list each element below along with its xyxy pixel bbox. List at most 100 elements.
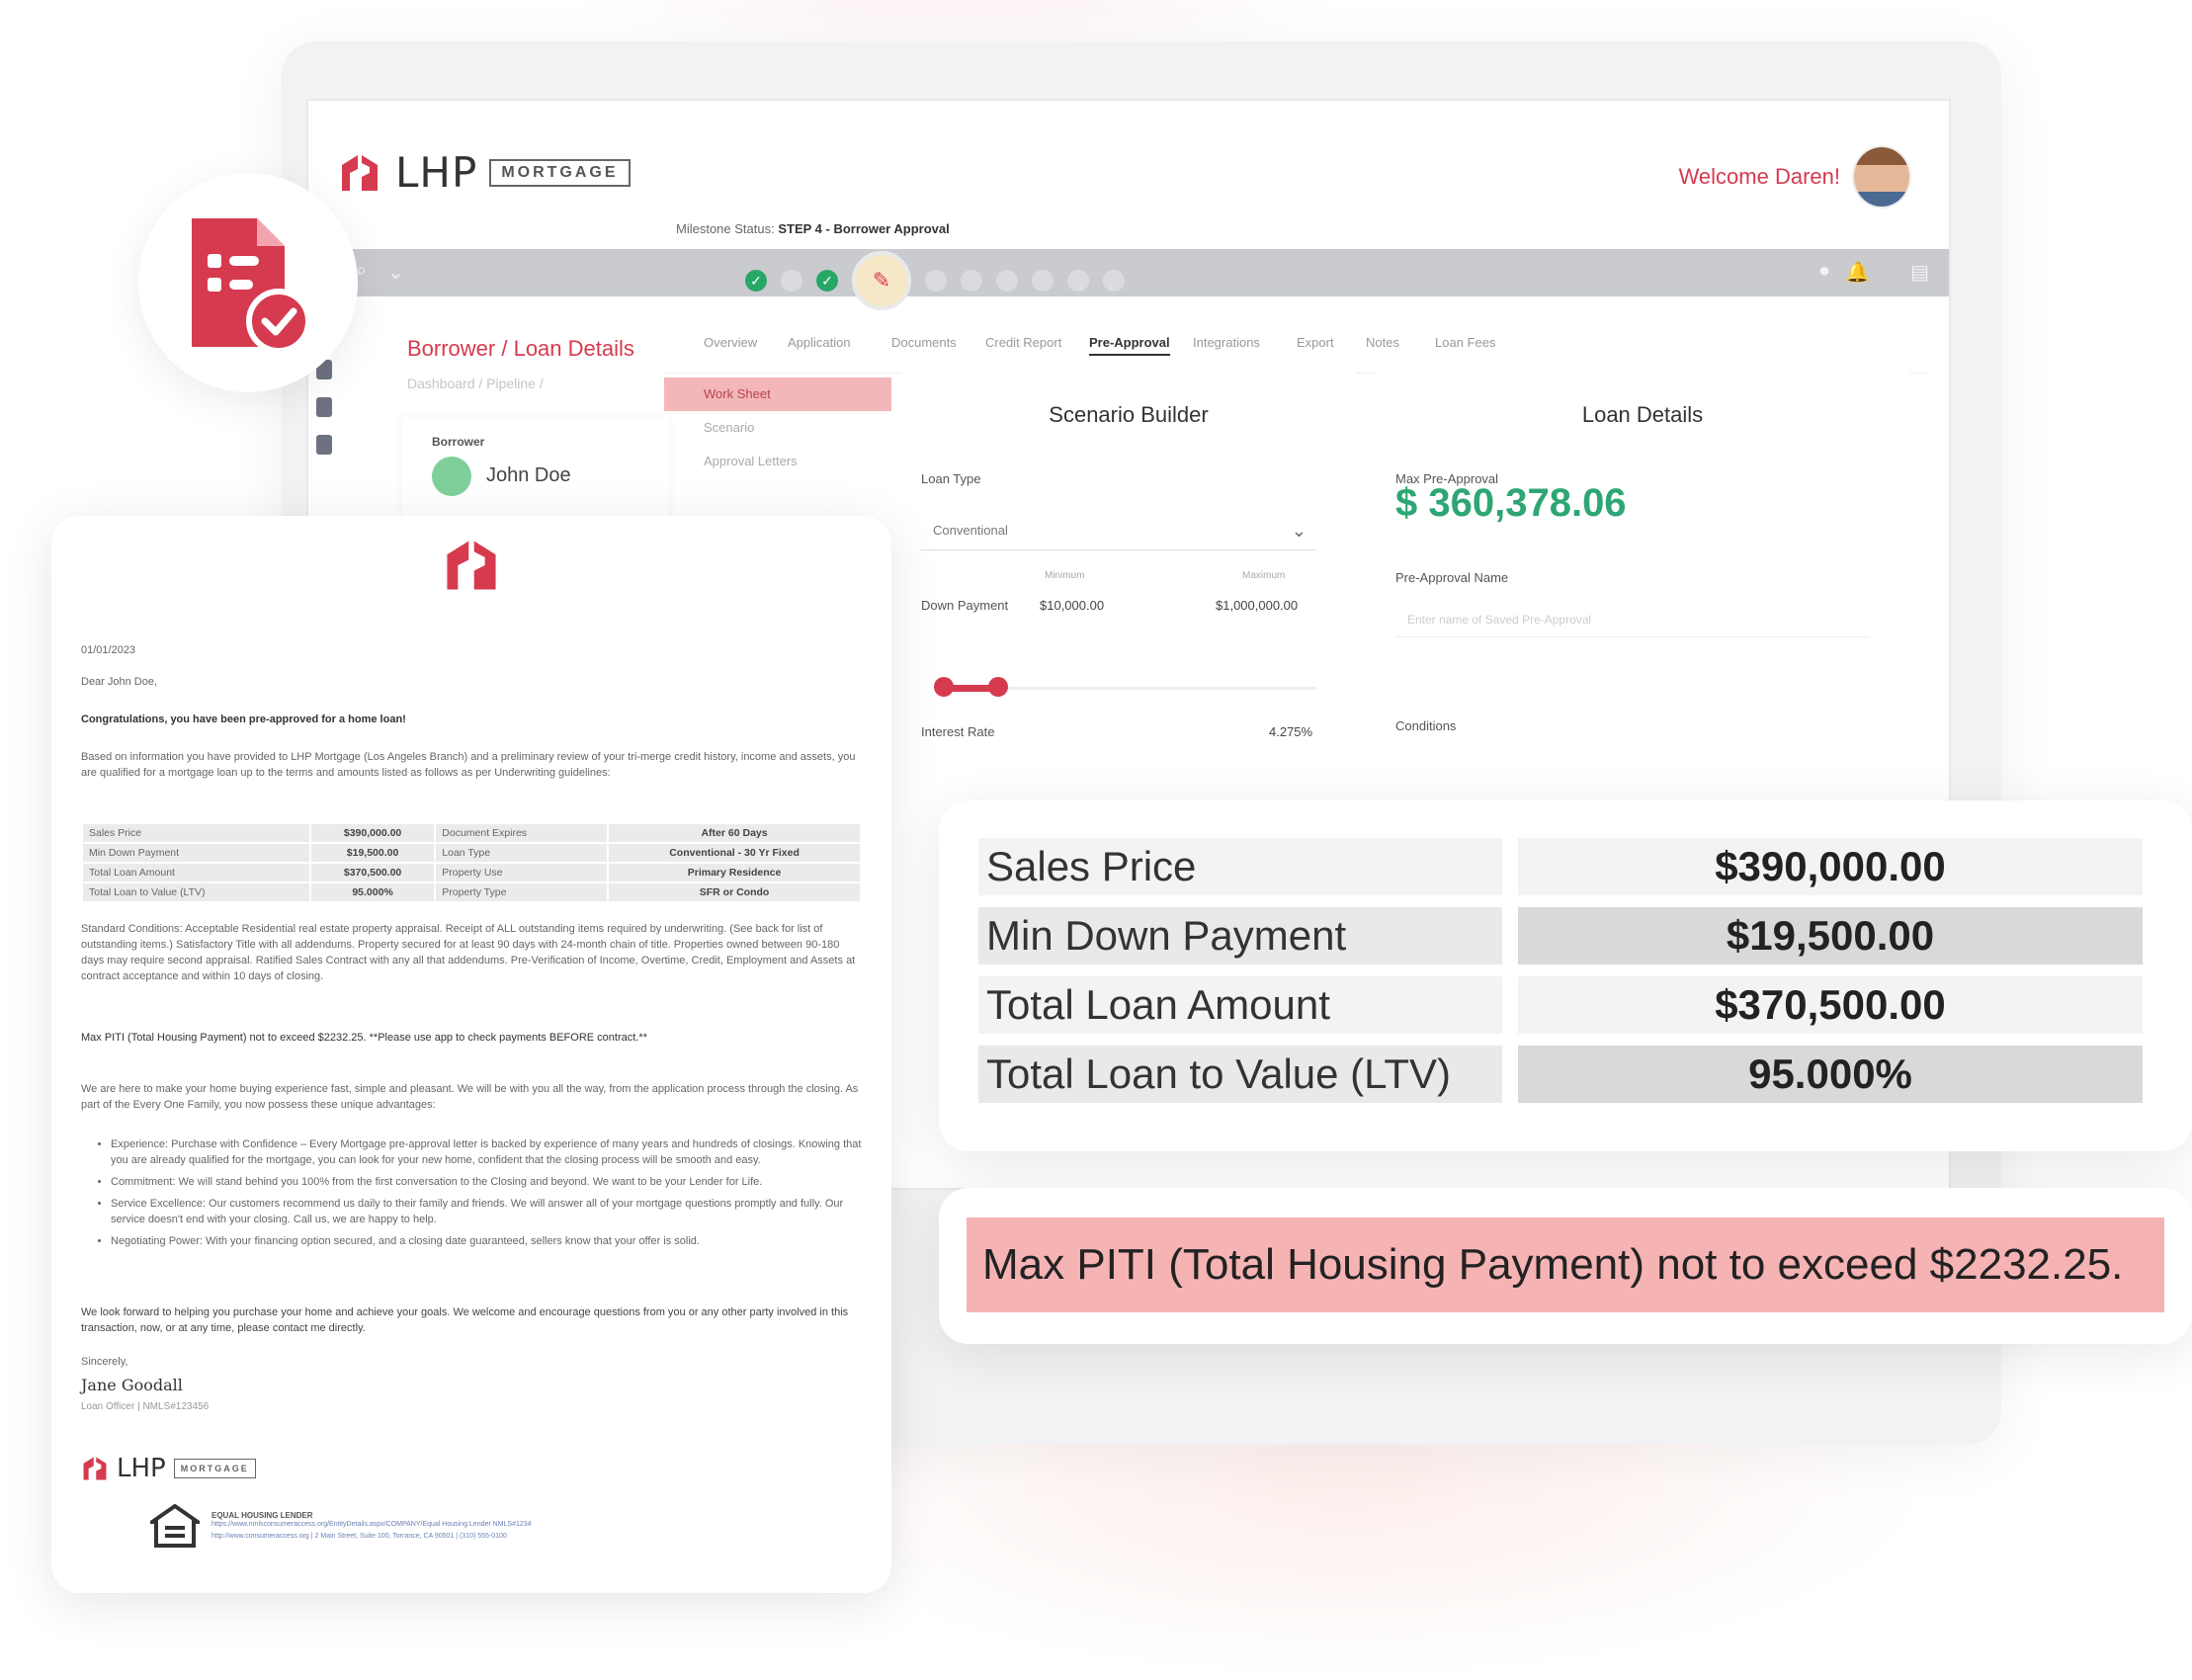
- pre-approval-name-input[interactable]: Enter name of Saved Pre-Approval: [1395, 602, 1870, 637]
- summary-value: 95.000%: [1518, 1046, 2143, 1103]
- summary-value: $370,500.00: [1518, 976, 2143, 1034]
- step-3[interactable]: ✓: [816, 270, 838, 292]
- step-7[interactable]: [996, 270, 1018, 292]
- interest-rate-value[interactable]: 4.275%: [1269, 724, 1312, 739]
- info-icon[interactable]: [316, 435, 332, 455]
- conditions-label: Conditions: [1395, 718, 1457, 733]
- footer-brand-name: LHP: [117, 1454, 166, 1483]
- letter-piti: Max PITI (Total Housing Payment) not to …: [81, 1032, 647, 1044]
- step-5[interactable]: [925, 270, 947, 292]
- loan-type-value: Conventional: [933, 523, 1008, 538]
- tab-overview[interactable]: Overview: [704, 335, 757, 350]
- interest-rate-label: Interest Rate: [921, 724, 995, 739]
- letter-paragraph: We are here to make your home buying exp…: [81, 1083, 859, 1111]
- maximum-label: Maximum: [1242, 570, 1286, 581]
- menu-item-work-sheet[interactable]: Work Sheet: [664, 378, 891, 411]
- milestone-label: Milestone Status:: [676, 221, 775, 236]
- step-8[interactable]: [1032, 270, 1054, 292]
- letter-congrats: Congratulations, you have been pre-appro…: [81, 714, 406, 725]
- tab-export[interactable]: Export: [1297, 335, 1334, 350]
- loan-details-panel: Loan Details Max Pre-Approval $ 360,378.…: [1376, 373, 1909, 748]
- ehl-line-1: https://www.nmlsconsumeraccess.org/Entit…: [211, 1521, 532, 1528]
- letter-date: 01/01/2023: [81, 644, 136, 656]
- lhp-logo-icon: [342, 154, 378, 191]
- pre-approval-letter: 01/01/2023 Dear John Doe, Congratulation…: [51, 516, 891, 1593]
- step-4-active[interactable]: ✎: [852, 251, 911, 310]
- summary-label: Total Loan to Value (LTV): [978, 1046, 1502, 1103]
- summary-label: Min Down Payment: [978, 907, 1502, 965]
- loan-summary-card: Sales Price $390,000.00 Min Down Payment…: [939, 800, 2192, 1151]
- lhp-logo-icon: [83, 1457, 107, 1480]
- flag-icon[interactable]: ●: [1818, 260, 1830, 283]
- tab-pre-approval[interactable]: Pre-Approval: [1089, 335, 1170, 356]
- loan-details-title: Loan Details: [1581, 402, 1704, 427]
- list-item: Experience: Purchase with Confidence – E…: [111, 1136, 862, 1168]
- down-payment-min[interactable]: $10,000.00: [1040, 598, 1104, 613]
- table-cell: Property Type: [436, 883, 608, 901]
- tab-documents[interactable]: Documents: [891, 335, 957, 350]
- user-avatar[interactable]: [1852, 145, 1911, 209]
- table-cell: 95.000%: [310, 883, 435, 901]
- down-payment-max[interactable]: $1,000,000.00: [1216, 598, 1298, 613]
- scenario-builder-title: Scenario Builder: [1049, 402, 1209, 427]
- table-row: Sales Price $390,000.00: [978, 838, 2143, 895]
- equal-housing-icon: [150, 1504, 200, 1548]
- brand-logo[interactable]: LHP MORTGAGE: [338, 148, 631, 197]
- menu-icon[interactable]: ▤: [1910, 260, 1929, 285]
- page-title: Borrower / Loan Details: [407, 336, 634, 361]
- tab-application[interactable]: Application: [788, 335, 851, 350]
- letter-intro: Based on information you have provided t…: [81, 751, 856, 779]
- bell-icon[interactable]: 🔔: [1845, 260, 1870, 285]
- step-1[interactable]: ✓: [745, 270, 767, 292]
- summary-label: Total Loan Amount: [978, 976, 1502, 1034]
- letter-bullets: Experience: Purchase with Confidence – E…: [81, 1136, 862, 1255]
- step-10[interactable]: [1103, 270, 1125, 292]
- table-cell: Total Loan Amount: [83, 864, 309, 882]
- menu-item-approval-letters[interactable]: Approval Letters: [664, 445, 891, 478]
- down-payment-label: Down Payment: [921, 598, 1009, 613]
- chevron-down-icon: ⌄: [1291, 521, 1307, 541]
- letter-terms-table: Sales Price $390,000.00 Document Expires…: [81, 822, 862, 903]
- slider-handle-min[interactable]: [934, 677, 954, 697]
- letter-closing: We look forward to helping you purchase …: [81, 1306, 849, 1334]
- tab-bar: Overview Application Documents Credit Re…: [664, 313, 1929, 374]
- step-6[interactable]: [961, 270, 982, 292]
- summary-value: $19,500.00: [1518, 907, 2143, 965]
- table-cell: After 60 Days: [609, 824, 860, 842]
- side-icon-bar: [316, 360, 342, 472]
- table-cell: SFR or Condo: [609, 883, 860, 901]
- calendar-icon[interactable]: [316, 397, 332, 417]
- summary-value: $390,000.00: [1518, 838, 2143, 895]
- table-cell: $19,500.00: [310, 844, 435, 862]
- slider-handle-max[interactable]: [988, 677, 1008, 697]
- loan-type-select[interactable]: Conventional ⌄: [921, 511, 1316, 550]
- step-2[interactable]: [781, 270, 802, 292]
- left-menu: Work Sheet Scenario Approval Letters: [664, 378, 891, 478]
- table-cell: $370,500.00: [310, 864, 435, 882]
- milestone-status: Milestone Status: STEP 4 - Borrower Appr…: [676, 221, 950, 236]
- list-item: Service Excellence: Our customers recomm…: [111, 1196, 862, 1227]
- table-row: Total Loan Amount $370,500.00: [978, 976, 2143, 1034]
- table-row: Min Down Payment $19,500.00: [978, 907, 2143, 965]
- minimum-label: Minimum: [1045, 570, 1085, 581]
- summary-label: Sales Price: [978, 838, 1502, 895]
- letter-footer-logo: LHP MORTGAGE: [81, 1455, 256, 1482]
- tab-notes[interactable]: Notes: [1366, 335, 1399, 350]
- welcome-text: Welcome Daren!: [1678, 164, 1840, 189]
- tab-integrations[interactable]: Integrations: [1193, 335, 1260, 350]
- milestone-value: STEP 4 - Borrower Approval: [778, 221, 950, 236]
- table-cell: $390,000.00: [310, 824, 435, 842]
- step-start[interactable]: [676, 272, 727, 290]
- list-item: Commitment: We will stand behind you 100…: [111, 1174, 862, 1190]
- borrower-avatar: [432, 457, 471, 496]
- tab-loan-fees[interactable]: Loan Fees: [1435, 335, 1495, 350]
- lhp-logo-icon: [447, 541, 496, 590]
- chevron-down-icon[interactable]: ⌄: [387, 260, 404, 285]
- table-row: Sales Price $390,000.00 Document Expires…: [83, 824, 860, 842]
- tab-credit-report[interactable]: Credit Report: [985, 335, 1061, 350]
- table-row: Total Loan Amount $370,500.00 Property U…: [83, 864, 860, 882]
- borrower-name: John Doe: [486, 464, 571, 486]
- table-cell: Loan Type: [436, 844, 608, 862]
- step-9[interactable]: [1067, 270, 1089, 292]
- menu-item-scenario[interactable]: Scenario: [664, 411, 891, 445]
